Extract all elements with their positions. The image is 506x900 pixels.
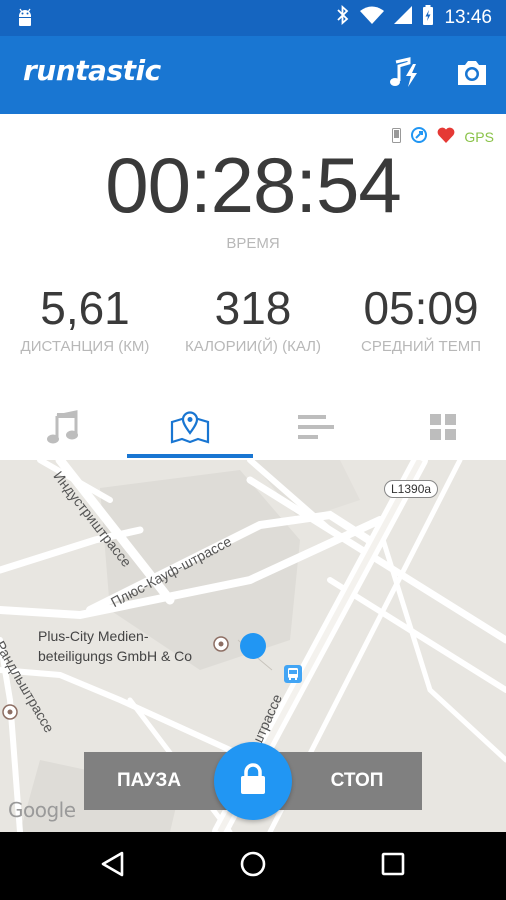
app-bar: runtastic — [0, 36, 506, 114]
calories-stat: 318 КАЛОРИИ(Й) (КАЛ) — [169, 280, 337, 355]
session-tabs — [0, 398, 506, 460]
recents-square-icon — [380, 851, 406, 882]
android-icon — [16, 8, 34, 33]
poi-marker-icon[interactable] — [213, 636, 229, 657]
camera-icon — [455, 59, 489, 92]
recents-button[interactable] — [373, 846, 413, 886]
poi-label: Plus-City Medien- beteiligungs GmbH & Co — [38, 626, 192, 666]
status-bar: 13:46 — [0, 0, 506, 36]
grid-icon — [429, 413, 457, 446]
poi-label-line1: Plus-City Medien- — [38, 628, 149, 644]
duration-value: 00:28:54 — [105, 141, 402, 229]
pace-label: СРЕДНИЙ ТЕМП — [360, 338, 481, 355]
tab-dashboard[interactable] — [380, 398, 506, 460]
wifi-icon — [360, 6, 385, 30]
lock-icon — [240, 762, 266, 800]
bluetooth-icon — [336, 4, 350, 31]
system-nav-bar — [0, 832, 506, 900]
road-number-tag: L1390a — [384, 480, 439, 498]
poi-marker-icon[interactable] — [2, 704, 18, 725]
duration-label: ВРЕМЯ — [226, 235, 280, 252]
clock-time: 13:46 — [444, 7, 492, 28]
app-logo: runtastic — [23, 54, 161, 87]
pace-value: 05:09 — [363, 282, 479, 334]
pace-stat: 05:09 СРЕДНИЙ ТЕМП — [337, 280, 505, 355]
distance-stat: 5,61 ДИСТАНЦИЯ (КМ) — [1, 280, 169, 355]
tab-map[interactable] — [126, 398, 254, 460]
music-bolt-icon — [387, 56, 421, 95]
poi-label-line2: beteiligungs GmbH & Co — [38, 648, 193, 664]
tab-music[interactable] — [0, 398, 127, 460]
back-triangle-icon — [100, 850, 126, 883]
calories-value: 318 — [214, 282, 292, 334]
home-circle-icon — [239, 850, 267, 883]
bars-icon — [298, 413, 335, 446]
tab-splits[interactable] — [253, 398, 380, 460]
current-location-dot — [239, 632, 267, 665]
lock-button[interactable] — [214, 742, 292, 820]
map-pin-icon — [170, 410, 210, 449]
stop-button[interactable]: СТОП — [292, 752, 422, 810]
distance-value: 5,61 — [40, 282, 130, 334]
home-button[interactable] — [233, 846, 273, 886]
calories-label: КАЛОРИИ(Й) (КАЛ) — [185, 338, 321, 355]
signal-icon — [394, 6, 413, 30]
google-attribution: Google — [8, 798, 76, 822]
back-button[interactable] — [93, 846, 133, 886]
music-power-song-button[interactable] — [381, 52, 427, 98]
camera-button[interactable] — [449, 52, 495, 98]
distance-label: ДИСТАНЦИЯ (КМ) — [20, 338, 150, 355]
bus-stop-icon[interactable] — [284, 665, 302, 688]
pause-button[interactable]: ПАУЗА — [84, 752, 214, 810]
music-note-icon — [45, 409, 81, 450]
battery-icon — [422, 5, 434, 31]
